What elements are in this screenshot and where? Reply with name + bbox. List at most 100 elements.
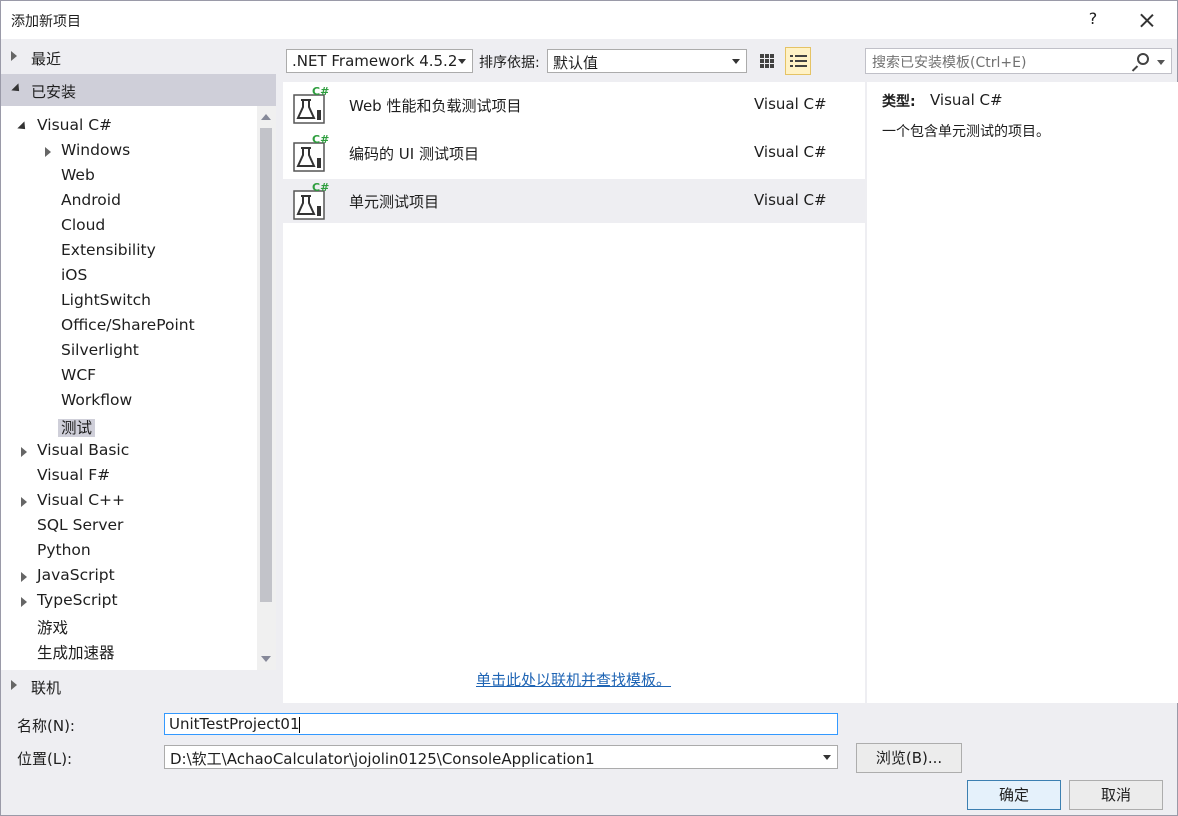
tree-item-label: Extensibility [61,241,156,259]
tree-item-label: Visual C++ [37,491,125,509]
template-language: Visual C# [754,95,827,113]
chevron-down-icon [823,755,831,760]
tree-scrollbar[interactable] [257,106,276,670]
scroll-thumb[interactable] [260,128,272,602]
online-templates-link[interactable]: 单击此处以联机并查找模板。 [476,669,671,690]
nav-installed[interactable]: 已安装 [1,74,276,106]
help-button[interactable]: ? [1083,9,1103,28]
tree-item-label: Visual F# [37,466,111,484]
tree-item[interactable]: 生成加速器 [37,641,115,666]
sort-select[interactable]: 默认值 [547,49,747,73]
test-project-icon: C# [293,134,329,172]
search-icon[interactable] [1137,53,1149,65]
add-new-project-dialog: 添加新项目 ? 最近 已安装 生成加速器 游戏 TypeScript JavaScri… [0,0,1178,816]
cancel-button[interactable]: 取消 [1069,780,1163,810]
collapsed-arrow-icon[interactable] [21,597,27,607]
tree-item[interactable]: Visual F# [37,466,110,491]
tree-item-label: Cloud [61,216,106,234]
chevron-down-icon[interactable] [1157,60,1165,65]
location-label: 位置(L): [17,750,73,768]
nav-installed-label: 已安装 [31,83,77,101]
template-row[interactable]: C# Web 性能和负载测试项目 Visual C# [283,83,865,127]
tree-item[interactable]: Python [37,541,91,566]
tree-item[interactable]: Office/SharePoint [61,316,195,341]
collapsed-arrow-icon[interactable] [11,680,17,690]
tree-item-label: TypeScript [37,591,118,609]
tree-item[interactable]: Visual C++ [21,491,125,516]
browse-button[interactable]: 浏览(B)... [856,743,962,773]
chevron-down-icon [732,59,740,64]
close-icon[interactable] [1133,6,1161,34]
project-name-input[interactable]: UnitTestProject01 [164,713,838,735]
template-row[interactable]: C# 单元测试项目 Visual C# [283,179,865,223]
collapsed-arrow-icon[interactable] [21,497,27,507]
description-panel: 类型: Visual C# 一个包含单元测试的项目。 [867,82,1178,703]
template-language: Visual C# [754,191,827,209]
tree-item-label: Python [37,541,91,559]
grid-view-button[interactable] [754,47,780,75]
svg-text:C#: C# [312,86,329,98]
tree-item[interactable]: Workflow [61,391,132,416]
grid-view-icon [760,54,774,68]
left-panel: 最近 已安装 生成加速器 游戏 TypeScript JavaScript Python… [1,39,276,703]
tree-item[interactable]: 测试 [58,416,96,441]
tree-item[interactable]: Visual Basic [21,441,130,466]
nav-online[interactable]: 联机 [1,670,276,702]
title-bar: 添加新项目 ? [1,1,1177,39]
list-view-button[interactable] [785,47,811,75]
template-language: Visual C# [754,143,827,161]
tree-item-label: Visual C# [37,116,113,134]
location-value: D:\软工\AchaoCalculator\jojolin0125\Consol… [170,750,595,768]
search-input[interactable]: 搜索已安装模板(Ctrl+E) [865,48,1172,74]
collapsed-arrow-icon[interactable] [11,51,17,61]
tree-item[interactable]: WCF [61,366,96,391]
dialog-title: 添加新项目 [11,14,81,30]
tree-item[interactable]: Extensibility [61,241,156,266]
tree-item-label: 生成加速器 [37,644,115,662]
tree-item[interactable]: LightSwitch [61,291,151,316]
ok-button[interactable]: 确定 [967,780,1061,810]
tree-item-label: WCF [61,366,97,384]
template-row[interactable]: C# 编码的 UI 测试项目 Visual C# [283,131,865,175]
template-list: C# 单元测试项目 Visual C# C# 编码的 UI 测试项目 Visual C# C… [283,82,865,703]
collapsed-arrow-icon[interactable] [21,572,27,582]
nav-recent[interactable]: 最近 [1,41,276,73]
tree-item-label: 游戏 [37,619,69,637]
framework-select[interactable]: .NET Framework 4.5.2 [286,49,473,73]
sort-label: 排序依据: [479,55,540,71]
tree-item[interactable]: iOS [61,266,87,291]
collapsed-arrow-icon[interactable] [21,447,27,457]
tree-item[interactable]: Visual C# [17,116,113,141]
sort-value: 默认值 [553,54,599,72]
tree-item[interactable]: Cloud [61,216,105,241]
project-name-value: UnitTestProject01 [169,715,300,733]
tree-item-label: LightSwitch [61,291,151,309]
template-tree: 生成加速器 游戏 TypeScript JavaScript Python SQL Ser… [1,106,276,670]
template-name: Web 性能和负载测试项目 [349,97,522,115]
tree-item[interactable]: Android [61,191,121,216]
location-select[interactable]: D:\软工\AchaoCalculator\jojolin0125\Consol… [164,745,838,769]
scroll-up-icon[interactable] [261,114,271,120]
tree-item-label: JavaScript [37,566,115,584]
tree-item[interactable]: TypeScript [21,591,118,616]
description-text: 一个包含单元测试的项目。 [882,124,1050,140]
tree-item-label: Visual Basic [37,441,130,459]
expanded-arrow-icon[interactable] [17,121,29,133]
tree-item[interactable]: SQL Server [37,516,123,541]
tree-item[interactable]: 游戏 [37,616,68,641]
tree-item[interactable]: JavaScript [21,566,115,591]
expanded-arrow-icon[interactable] [11,83,23,95]
tree-item[interactable]: Windows [45,141,130,166]
tree-item[interactable]: Silverlight [61,341,139,366]
tree-item-label: Workflow [61,391,133,409]
tree-item-label: iOS [61,266,88,284]
collapsed-arrow-icon[interactable] [45,147,51,157]
scroll-down-icon[interactable] [261,656,271,662]
test-project-icon: C# [293,182,329,220]
tree-item[interactable]: Web [61,166,95,191]
svg-text:C#: C# [312,134,329,146]
tree-item-label: Office/SharePoint [61,316,195,334]
type-label: 类型: [882,94,916,110]
framework-value: .NET Framework 4.5.2 [292,52,458,70]
nav-online-label: 联机 [31,679,62,697]
